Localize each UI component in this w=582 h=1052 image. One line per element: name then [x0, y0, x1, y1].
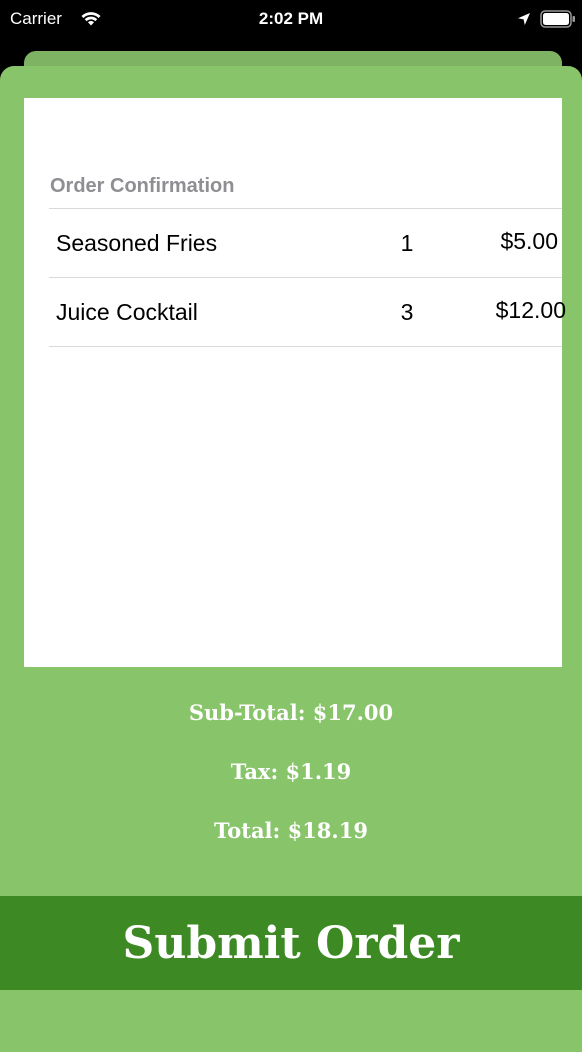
table-row[interactable]: Juice Cocktail 3 $12.00	[49, 277, 566, 347]
item-quantity: 1	[400, 230, 414, 256]
table-row[interactable]: Seasoned Fries 1 $5.00	[49, 208, 562, 277]
submit-order-button[interactable]: Submit Order	[0, 896, 582, 990]
item-name: Seasoned Fries	[56, 230, 218, 256]
item-quantity: 3	[400, 299, 414, 325]
status-time: 2:02 PM	[258, 9, 324, 28]
total-label: Total: $18.19	[214, 818, 368, 843]
order-table: Order Confirmation Seasoned Fries 1 $5.0…	[24, 98, 566, 667]
item-price: $12.00	[495, 297, 566, 323]
order-sheet: Order Confirmation Seasoned Fries 1 $5.0…	[0, 66, 582, 1052]
subtotal-label: Sub-Total: $17.00	[188, 700, 394, 725]
battery-icon	[540, 10, 575, 28]
order-table-header: Order Confirmation	[50, 175, 235, 197]
app-screen: Carrier 2:02 PM Order Confirmation Seaso…	[0, 0, 582, 1052]
item-name: Juice Cocktail	[56, 299, 198, 325]
tax-label: Tax: $1.19	[230, 759, 352, 784]
status-bar: Carrier 2:02 PM	[0, 0, 582, 40]
location-icon	[518, 13, 530, 25]
item-price: $5.00	[500, 228, 558, 254]
